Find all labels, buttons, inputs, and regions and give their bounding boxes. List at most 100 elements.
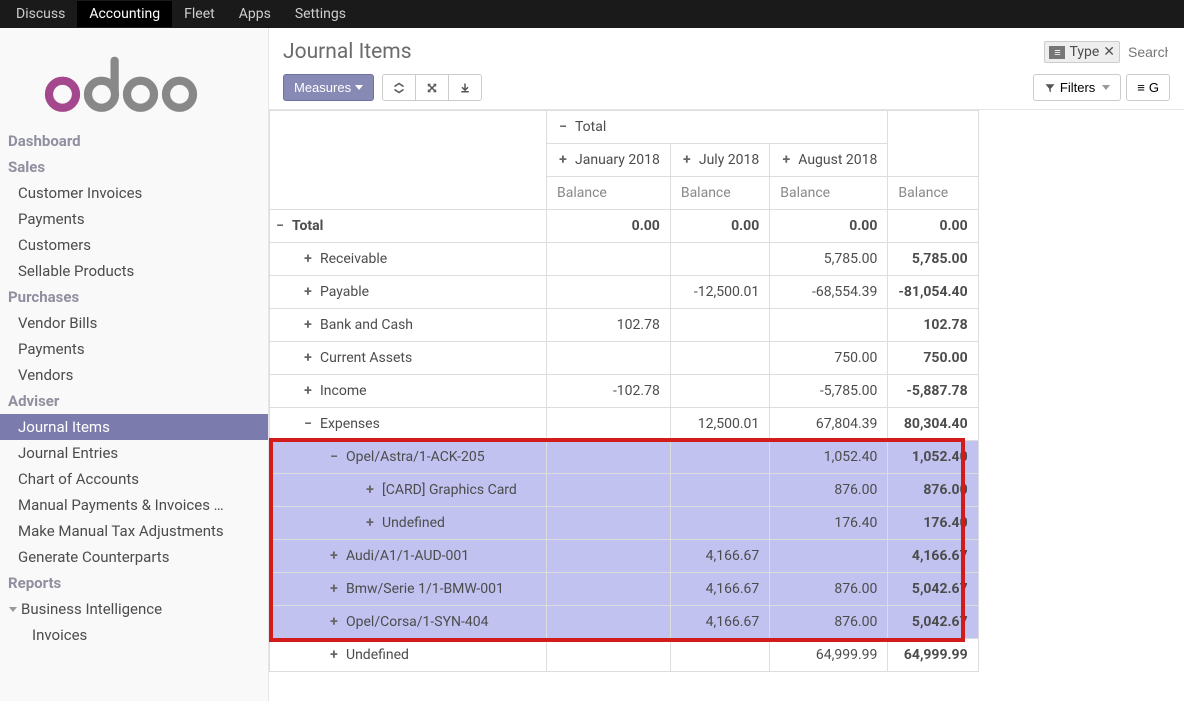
balance-header: Balance <box>547 177 671 210</box>
row-total: -5,887.78 <box>888 375 978 408</box>
row-label[interactable]: +Bank and Cash <box>270 309 547 342</box>
row-label[interactable]: +Undefined <box>270 639 547 672</box>
cell-value <box>547 441 671 474</box>
cell-value <box>547 639 671 672</box>
expand-button[interactable] <box>382 74 416 101</box>
row-total: 102.78 <box>888 309 978 342</box>
cell-value: 5,785.00 <box>770 243 888 276</box>
row-total: 5,042.67 <box>888 573 978 606</box>
sidebar-item[interactable]: Customer Invoices <box>0 180 268 206</box>
groupby-button[interactable]: ≡ G <box>1126 74 1170 101</box>
cell-value: -102.78 <box>547 375 671 408</box>
expand-icon <box>393 82 405 94</box>
cell-value: 750.00 <box>770 342 888 375</box>
sidebar-section-header[interactable]: Adviser <box>0 388 268 414</box>
sidebar-item[interactable]: Manual Payments & Invoices … <box>0 492 268 518</box>
cell-value: 0.00 <box>670 210 769 243</box>
row-label[interactable]: +Payable <box>270 276 547 309</box>
cell-value <box>547 342 671 375</box>
search-input[interactable] <box>1126 43 1170 61</box>
pivot-table: −Total +January 2018+July 2018+August 20… <box>269 110 979 672</box>
sidebar: DashboardSalesCustomer InvoicesPaymentsC… <box>0 28 269 701</box>
sidebar-section-header[interactable]: Sales <box>0 154 268 180</box>
sidebar-item[interactable]: Generate Counterparts <box>0 544 268 570</box>
pivot-row: +Bank and Cash102.78102.78 <box>270 309 979 342</box>
plus-icon: + <box>328 614 340 630</box>
sidebar-section-header[interactable]: Purchases <box>0 284 268 310</box>
nav-item-discuss[interactable]: Discuss <box>4 1 77 27</box>
cell-value <box>670 639 769 672</box>
month-header[interactable]: +August 2018 <box>770 144 888 177</box>
cell-value <box>547 276 671 309</box>
row-total: 64,999.99 <box>888 639 978 672</box>
pivot-row: +Undefined64,999.9964,999.99 <box>270 639 979 672</box>
sidebar-item[interactable]: Payments <box>0 336 268 362</box>
sidebar-item[interactable]: Make Manual Tax Adjustments <box>0 518 268 544</box>
row-label[interactable]: −Total <box>270 210 547 243</box>
sidebar-item[interactable]: Business Intelligence <box>0 596 268 622</box>
row-total: 1,052.40 <box>888 441 978 474</box>
row-label[interactable]: +Income <box>270 375 547 408</box>
month-header[interactable]: +July 2018 <box>670 144 769 177</box>
cell-value <box>670 309 769 342</box>
sidebar-item[interactable]: Sellable Products <box>0 258 268 284</box>
cell-value <box>770 309 888 342</box>
cell-value: 1,052.40 <box>770 441 888 474</box>
pivot-row: +[CARD] Graphics Card876.00876.00 <box>270 474 979 507</box>
balance-header: Balance <box>770 177 888 210</box>
cell-value <box>547 540 671 573</box>
row-label[interactable]: +Current Assets <box>270 342 547 375</box>
sidebar-section-header[interactable]: Dashboard <box>0 128 268 154</box>
download-button[interactable] <box>448 74 482 101</box>
sidebar-item[interactable]: Vendors <box>0 362 268 388</box>
plus-icon: + <box>681 152 693 168</box>
funnel-icon <box>1044 82 1056 94</box>
row-label[interactable]: +Receivable <box>270 243 547 276</box>
sidebar-item[interactable]: Journal Entries <box>0 440 268 466</box>
filters-button[interactable]: Filters <box>1033 74 1121 101</box>
bars-icon: ≡ <box>1137 80 1145 95</box>
sidebar-item[interactable]: Journal Items <box>0 414 268 440</box>
row-label[interactable]: +Opel/Corsa/1-SYN-404 <box>270 606 547 639</box>
filter-chip-remove-icon[interactable]: ✕ <box>1103 44 1115 60</box>
row-label[interactable]: +Audi/A1/1-AUD-001 <box>270 540 547 573</box>
row-label[interactable]: +Bmw/Serie 1/1-BMW-001 <box>270 573 547 606</box>
page-title: Journal Items <box>283 40 412 64</box>
cell-value <box>670 441 769 474</box>
sidebar-item[interactable]: Customers <box>0 232 268 258</box>
col-total-header[interactable]: −Total <box>547 111 888 144</box>
cell-value <box>547 606 671 639</box>
cell-value <box>547 573 671 606</box>
sidebar-item[interactable]: Vendor Bills <box>0 310 268 336</box>
nav-item-fleet[interactable]: Fleet <box>172 1 227 27</box>
row-label[interactable]: −Opel/Astra/1-ACK-205 <box>270 441 547 474</box>
arrows-cross-icon <box>426 82 438 94</box>
search-filter-chip[interactable]: ≡ Type ✕ <box>1044 41 1120 63</box>
plus-icon: + <box>302 317 314 333</box>
pivot-corner <box>270 111 547 210</box>
plus-icon: + <box>328 647 340 663</box>
row-label[interactable]: −Expenses <box>270 408 547 441</box>
row-total: 876.00 <box>888 474 978 507</box>
month-header[interactable]: +January 2018 <box>547 144 671 177</box>
sidebar-item[interactable]: Payments <box>0 206 268 232</box>
nav-item-apps[interactable]: Apps <box>227 1 283 27</box>
sidebar-item[interactable]: Chart of Accounts <box>0 466 268 492</box>
row-total: 4,166.67 <box>888 540 978 573</box>
row-label[interactable]: +[CARD] Graphics Card <box>270 474 547 507</box>
download-icon <box>459 82 471 94</box>
measures-button[interactable]: Measures <box>283 74 374 101</box>
cell-value <box>770 540 888 573</box>
pivot-row: +Opel/Corsa/1-SYN-4044,166.67876.005,042… <box>270 606 979 639</box>
pivot-swap-button[interactable] <box>415 74 449 101</box>
sidebar-item[interactable]: Invoices <box>0 622 268 648</box>
row-label[interactable]: +Undefined <box>270 507 547 540</box>
nav-item-settings[interactable]: Settings <box>283 1 358 27</box>
cell-value <box>547 474 671 507</box>
search-area: ≡ Type ✕ <box>1044 41 1170 63</box>
pivot-row: +Undefined176.40176.40 <box>270 507 979 540</box>
plus-icon: + <box>328 581 340 597</box>
sidebar-section-header[interactable]: Reports <box>0 570 268 596</box>
top-nav: DiscussAccountingFleetAppsSettings <box>0 0 1184 28</box>
nav-item-accounting[interactable]: Accounting <box>77 1 172 27</box>
